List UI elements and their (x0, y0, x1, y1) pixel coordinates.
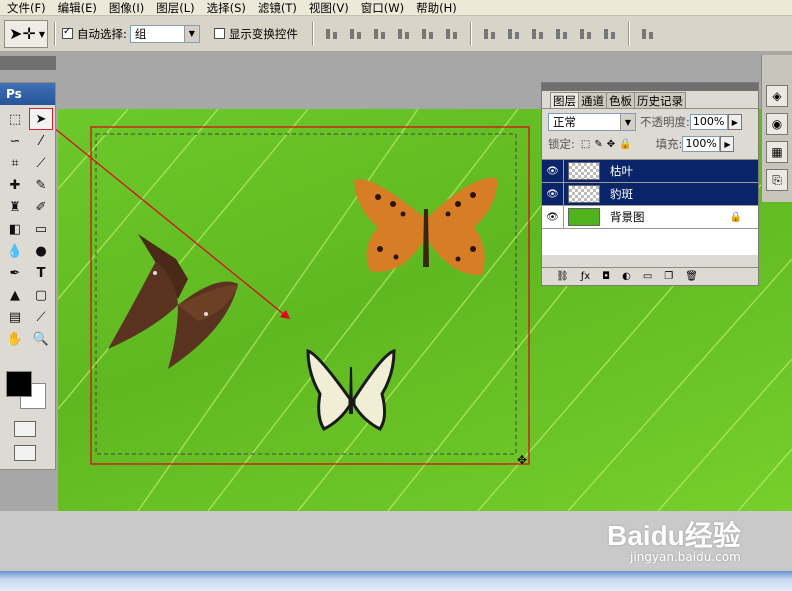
annotation-arrow (47, 122, 287, 317)
layer-row-leopard[interactable]: 👁 豹斑 (542, 182, 758, 206)
tab-channels[interactable]: 通道 (578, 92, 607, 108)
lock-pixels-icon[interactable]: ✎ (594, 139, 602, 150)
dodge-tool-icon[interactable]: ● (30, 241, 52, 261)
new-group-icon[interactable]: ▭ (643, 271, 652, 282)
chevron-down-icon: ▼ (620, 114, 635, 130)
shape-tool-icon[interactable]: ▢ (30, 285, 52, 305)
opacity-label: 不透明度: (640, 115, 690, 129)
blend-mode-dropdown[interactable]: 正常 ▼ (548, 113, 636, 131)
channels-dock-icon[interactable]: ◉ (766, 113, 788, 135)
screen-mode-button[interactable] (14, 445, 36, 461)
toolbox: Ps ⬚ ➤ ∽ ⁄ ⌗ ⟋ ✚ ✎ ♜ ✐ ◧ ▭ 💧 ● ✒ T ▲ ▢ ▤… (0, 82, 56, 470)
lock-label: 锁定: (548, 137, 575, 151)
layer-row-dead-leaf[interactable]: 👁 枯叶 (542, 159, 758, 183)
fill-label: 填充: (655, 137, 683, 151)
marquee-tool-icon[interactable]: ⬚ (4, 109, 26, 129)
type-tool-icon[interactable]: T (30, 263, 52, 283)
lock-icon: 🔒 (729, 211, 742, 223)
foreground-color-swatch[interactable] (6, 371, 32, 397)
adjustment-layer-icon[interactable]: ◐ (622, 271, 631, 282)
layer-thumbnail (568, 185, 600, 203)
clone-stamp-tool-icon[interactable]: ♜ (4, 197, 26, 217)
lock-all-icon[interactable]: 🔒 (619, 139, 631, 150)
opacity-field[interactable]: 100% (689, 114, 728, 130)
tool-grid: ⬚ ➤ ∽ ⁄ ⌗ ⟋ ✚ ✎ ♜ ✐ ◧ ▭ 💧 ● ✒ T ▲ ▢ ▤ ⟋ … (0, 105, 55, 349)
visibility-eye-icon[interactable]: 👁 (542, 205, 564, 229)
lock-transparency-icon[interactable]: ⬚ (581, 139, 590, 150)
history-dock-icon[interactable]: ⎘ (766, 169, 788, 191)
layer-name: 枯叶 (610, 164, 633, 178)
fill-slider-button[interactable]: ▶ (720, 136, 735, 152)
brush-tool-icon[interactable]: ✎ (30, 175, 52, 195)
hand-tool-icon[interactable]: ✋ (4, 329, 26, 349)
gradient-tool-icon[interactable]: ▭ (30, 219, 52, 239)
transform-bounding-box (95, 133, 517, 455)
slice-tool-icon[interactable]: ⟋ (30, 153, 52, 173)
tab-swatches[interactable]: 色板 (606, 92, 635, 108)
tab-layers[interactable]: 图层 (550, 92, 579, 108)
layer-name: 背景图 (610, 210, 645, 224)
move-cursor-icon: ✥ (517, 453, 527, 467)
fill-field[interactable]: 100% (682, 136, 721, 152)
magic-wand-tool-icon[interactable]: ⁄ (30, 131, 52, 151)
lock-row: 锁定: ⬚ ✎ ✥ 🔒 填充: 100% ▶ (542, 133, 758, 155)
eyedropper-tool-icon[interactable]: ⟋ (30, 307, 52, 327)
opacity-slider-button[interactable]: ▶ (727, 114, 742, 130)
layer-row-background[interactable]: 👁 背景图 🔒 (542, 205, 758, 229)
watermark-main: Baidu经验 (607, 520, 741, 551)
layer-thumbnail (568, 208, 600, 226)
visibility-eye-icon[interactable]: 👁 (542, 182, 564, 206)
baidu-watermark: Baidu经验 jingyan.baidu.com (607, 514, 741, 564)
layer-thumbnail (568, 162, 600, 180)
layers-list: 👁 枯叶 👁 豹斑 👁 背景图 🔒 (542, 159, 758, 255)
lock-position-icon[interactable]: ✥ (607, 139, 615, 150)
panel-grip[interactable] (542, 83, 758, 91)
healing-brush-tool-icon[interactable]: ✚ (4, 175, 26, 195)
layer-style-icon[interactable]: ƒx (581, 271, 590, 282)
layer-mask-icon[interactable]: ◘ (602, 271, 610, 282)
zoom-tool-icon[interactable]: 🔍 (30, 329, 52, 349)
swatches-dock-icon[interactable]: ▦ (766, 141, 788, 163)
arrow-head-icon (280, 310, 290, 319)
highlight-rect (90, 126, 530, 465)
path-select-tool-icon[interactable]: ▲ (4, 285, 26, 305)
color-swatches (4, 369, 48, 413)
quick-mask-button[interactable] (14, 421, 36, 437)
visibility-eye-icon[interactable]: 👁 (542, 159, 564, 183)
layers-bottom-toolbar: ⛓ ƒx ◘ ◐ ▭ ❐ 🗑 (542, 267, 758, 285)
ps-logo: Ps (0, 83, 55, 105)
history-brush-tool-icon[interactable]: ✐ (30, 197, 52, 217)
notes-tool-icon[interactable]: ▤ (4, 307, 26, 327)
layer-name: 豹斑 (610, 187, 633, 201)
move-tool-icon[interactable]: ➤ (29, 108, 53, 130)
blur-tool-icon[interactable]: 💧 (4, 241, 26, 261)
layers-panel: 图层 通道 色板 历史记录 正常 ▼ 不透明度: 100% ▶ 锁定: ⬚ ✎ … (541, 82, 759, 286)
eraser-tool-icon[interactable]: ◧ (4, 219, 26, 239)
link-layers-icon[interactable]: ⛓ (556, 271, 569, 282)
blend-row: 正常 ▼ 不透明度: 100% ▶ (542, 111, 758, 133)
lasso-tool-icon[interactable]: ∽ (4, 131, 26, 151)
pen-tool-icon[interactable]: ✒ (4, 263, 26, 283)
crop-tool-icon[interactable]: ⌗ (4, 153, 26, 173)
panel-dock: ◈ ◉ ▦ ⎘ (761, 55, 792, 202)
tab-history[interactable]: 历史记录 (634, 92, 686, 108)
new-layer-icon[interactable]: ❐ (664, 271, 673, 282)
blend-mode-value: 正常 (553, 115, 576, 129)
trash-icon[interactable]: 🗑 (685, 271, 698, 282)
panel-tabs: 图层 通道 色板 历史记录 (542, 91, 758, 109)
layers-dock-icon[interactable]: ◈ (766, 85, 788, 107)
